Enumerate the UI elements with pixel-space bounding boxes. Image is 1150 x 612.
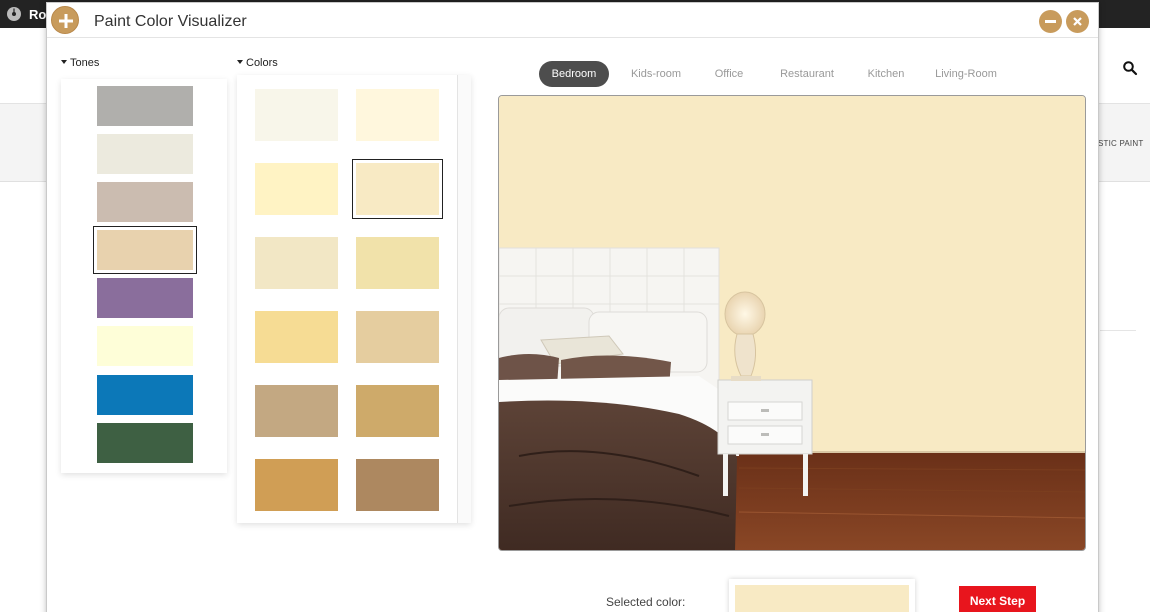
color-swatch[interactable] <box>352 159 443 219</box>
close-icon <box>1073 17 1082 26</box>
tab-living-room[interactable]: Living-Room <box>925 61 1007 87</box>
background-divider <box>1100 330 1136 331</box>
color-swatch[interactable] <box>356 311 439 363</box>
tone-swatch[interactable] <box>97 326 193 366</box>
tab-kitchen[interactable]: Kitchen <box>857 61 915 87</box>
close-button[interactable] <box>1066 10 1089 33</box>
modal-title: Paint Color Visualizer <box>94 13 247 30</box>
modal-header: Paint Color Visualizer <box>47 3 1098 38</box>
color-swatch[interactable] <box>356 89 439 141</box>
color-swatch[interactable] <box>255 311 338 363</box>
add-button[interactable] <box>51 6 79 34</box>
paint-visualizer-modal: Paint Color Visualizer Tones Colors Bedr… <box>46 2 1099 612</box>
selected-color-frame <box>729 579 915 612</box>
room-preview <box>498 95 1086 551</box>
search-icon[interactable] <box>1122 60 1138 76</box>
color-swatch[interactable] <box>255 385 338 437</box>
colors-toggle[interactable]: Colors <box>237 57 278 69</box>
background-nav-item[interactable]: STIC PAINT <box>1098 139 1143 148</box>
color-swatch[interactable] <box>255 89 338 141</box>
tones-toggle[interactable]: Tones <box>61 57 99 69</box>
selected-color-label: Selected color: <box>606 595 686 609</box>
next-step-button[interactable]: Next Step <box>959 586 1036 612</box>
dashboard-gauge-icon <box>7 7 21 21</box>
tone-swatch[interactable] <box>97 375 193 415</box>
color-swatch[interactable] <box>356 237 439 289</box>
tab-bedroom[interactable]: Bedroom <box>539 61 609 87</box>
color-swatch[interactable] <box>255 237 338 289</box>
color-swatch[interactable] <box>255 163 338 215</box>
color-swatch[interactable] <box>356 385 439 437</box>
tones-panel <box>61 79 227 473</box>
color-swatch[interactable] <box>255 459 338 511</box>
minus-icon <box>1045 20 1056 23</box>
bedroom-illustration <box>499 96 1085 550</box>
minimize-button[interactable] <box>1039 10 1062 33</box>
tab-kids-room[interactable]: Kids-room <box>621 61 691 87</box>
duvet <box>499 400 737 550</box>
tone-swatch[interactable] <box>93 226 197 274</box>
tone-swatch[interactable] <box>97 278 193 318</box>
tones-label: Tones <box>70 57 100 69</box>
colors-panel <box>237 75 471 523</box>
caret-down-icon <box>61 60 67 64</box>
tab-restaurant[interactable]: Restaurant <box>767 61 847 87</box>
tone-swatch[interactable] <box>97 182 193 222</box>
tone-swatch[interactable] <box>97 86 193 126</box>
colors-scrollbar[interactable] <box>457 75 471 523</box>
caret-down-icon <box>237 60 243 64</box>
color-swatch[interactable] <box>356 459 439 511</box>
selected-color-swatch <box>735 585 909 612</box>
tone-swatch[interactable] <box>97 423 193 463</box>
tab-office[interactable]: Office <box>701 61 757 87</box>
plus-icon <box>59 14 73 28</box>
lamp <box>724 291 766 337</box>
background-brand: Ro <box>29 7 47 22</box>
colors-label: Colors <box>246 57 278 69</box>
tone-swatch[interactable] <box>97 134 193 174</box>
